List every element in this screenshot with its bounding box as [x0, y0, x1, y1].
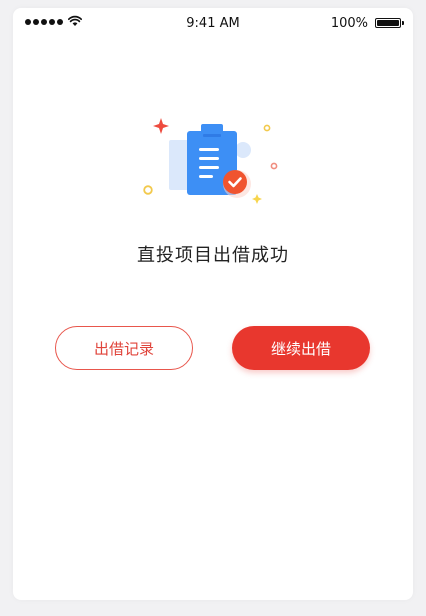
phone-screen: 9:41 AM 100% 直投项目出借成功 出借记录 继续出借 [13, 8, 413, 600]
lending-record-button[interactable]: 出借记录 [55, 326, 193, 370]
clipboard-check-icon [143, 118, 278, 204]
status-bar: 9:41 AM 100% [13, 8, 413, 38]
battery-percentage: 100% [330, 16, 368, 31]
battery-icon [375, 18, 404, 28]
continue-lending-button[interactable]: 继续出借 [232, 326, 370, 370]
result-title: 直投项目出借成功 [137, 245, 289, 266]
